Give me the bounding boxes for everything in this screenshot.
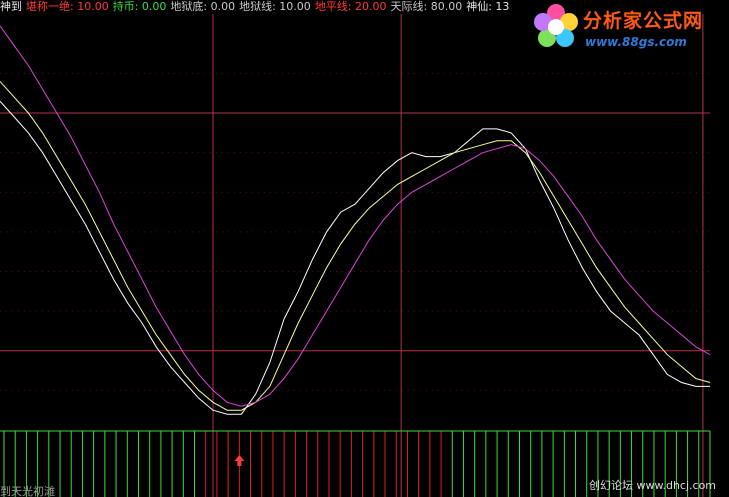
series-line-1 [0,81,711,411]
series-line-2 [0,25,711,407]
series-line-0 [0,100,710,415]
watermark-text: 创幻论坛 www.dhcj.com [589,479,717,492]
indicator-chart[interactable] [0,0,729,497]
buy-arrow-icon [234,455,245,466]
header-item-1: 堪称一绝: 10.00 [26,0,109,13]
logo-title: 分析家公式网 [583,10,704,32]
header-item-0: 神到 [0,0,22,13]
chart-window: 神到 堪称一绝: 10.00 持币: 0.00 地狱底: 0.00 地狱线: 10.00… [0,0,729,497]
header-item-5: 地平线: 20.00 [314,0,387,13]
header-item-4: 地狱线: 10.00 [239,0,311,13]
indicator-header: 神到 堪称一绝: 10.00 持币: 0.00 地狱底: 0.00 地狱线: 10.00… [0,0,540,14]
header-item-3: 地狱底: 0.00 [170,0,236,13]
header-item-7: 神仙: 13 [466,0,510,13]
logo-url[interactable]: www.88gs.com [585,35,687,49]
header-item-2: 持币: 0.00 [112,0,167,13]
header-item-6: 天际线: 80.00 [390,0,463,13]
footer-label: 到天光初滩 [0,485,55,497]
